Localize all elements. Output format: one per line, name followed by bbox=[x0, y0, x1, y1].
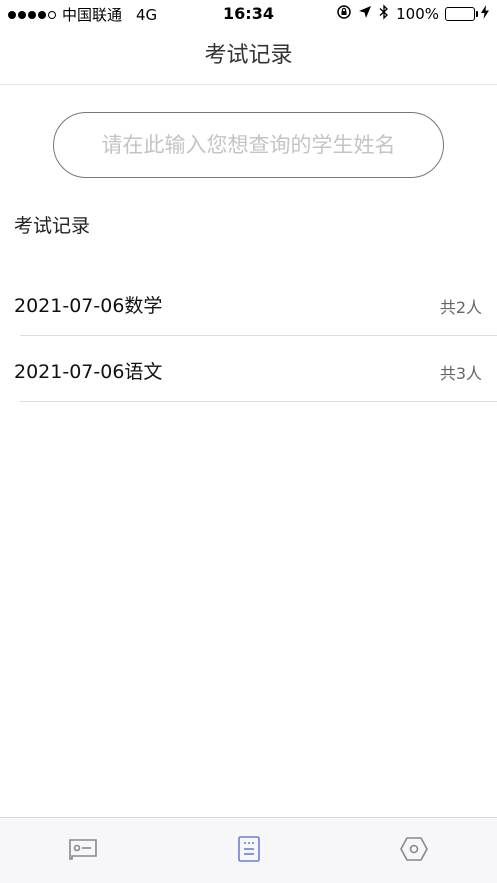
exam-record-list: 2021-07-06数学 共2人 2021-07-06语文 共3人 bbox=[0, 270, 497, 402]
navigation-bar: 考试记录 bbox=[0, 28, 497, 85]
tab-id-card[interactable] bbox=[0, 818, 166, 883]
exam-record-row[interactable]: 2021-07-06语文 共3人 bbox=[14, 336, 497, 402]
battery-icon bbox=[445, 7, 478, 21]
status-right: 100% bbox=[336, 4, 489, 24]
document-list-icon bbox=[237, 835, 261, 867]
rotation-lock-icon bbox=[336, 4, 352, 24]
student-search-input[interactable] bbox=[78, 133, 419, 157]
charging-icon bbox=[481, 5, 489, 23]
id-card-icon bbox=[68, 837, 98, 865]
section-title: 考试记录 bbox=[14, 215, 91, 237]
tab-records[interactable] bbox=[166, 818, 332, 883]
tab-settings[interactable] bbox=[331, 818, 497, 883]
exam-record-row[interactable]: 2021-07-06数学 共2人 bbox=[14, 270, 497, 336]
battery-percent: 100% bbox=[396, 5, 439, 23]
page-title: 考试记录 bbox=[204, 43, 293, 68]
exam-record-count: 共2人 bbox=[439, 298, 482, 317]
hexagon-settings-icon bbox=[399, 836, 429, 866]
student-search-box[interactable] bbox=[53, 112, 444, 178]
exam-record-name: 2021-07-06语文 bbox=[14, 361, 163, 383]
bluetooth-icon bbox=[378, 4, 390, 24]
status-bar: 中国联通 4G 16:34 100% bbox=[0, 0, 497, 28]
tab-bar bbox=[0, 817, 497, 883]
exam-record-count: 共3人 bbox=[439, 364, 482, 383]
location-arrow-icon bbox=[358, 5, 372, 23]
exam-record-name: 2021-07-06数学 bbox=[14, 295, 163, 317]
